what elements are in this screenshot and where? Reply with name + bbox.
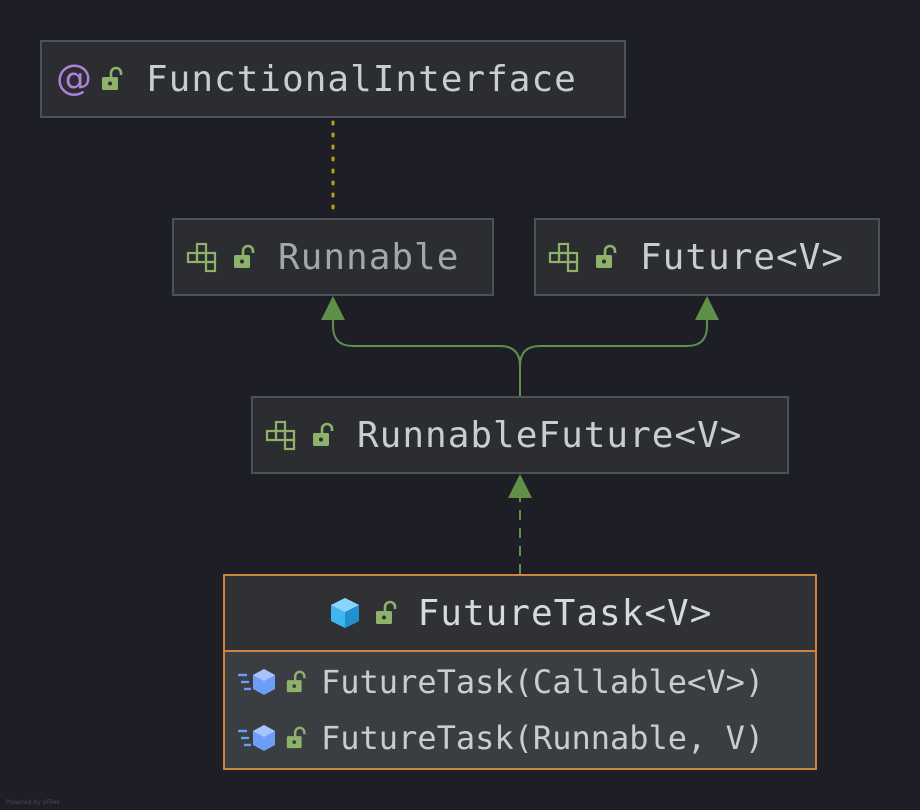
arrowhead-future (695, 296, 719, 320)
class-header: FutureTask<V> (225, 576, 815, 652)
member-row[interactable]: FutureTask(Callable<V>) (225, 654, 815, 710)
class-icon (330, 598, 359, 628)
constructor-icon (238, 725, 275, 751)
annotation-icon: @ (56, 61, 92, 97)
node-future[interactable]: Future<V> (534, 218, 880, 296)
edge-runnablefuture-future (519, 318, 708, 396)
node-label: RunnableFuture<V> (357, 414, 743, 456)
public-lock-icon (286, 670, 306, 693)
public-lock-icon (375, 600, 396, 624)
public-lock-icon (596, 244, 617, 268)
member-label: FutureTask(Runnable, V) (321, 719, 765, 757)
member-label: FutureTask(Callable<V>) (321, 663, 765, 701)
edge-runnablefuture-runnable (332, 318, 521, 396)
interface-icon (186, 242, 217, 273)
node-label: Runnable (278, 236, 460, 278)
public-lock-icon (313, 422, 334, 446)
node-runnable-future[interactable]: RunnableFuture<V> (251, 396, 789, 474)
node-label: Future<V> (640, 236, 845, 278)
interface-icon (548, 242, 579, 273)
node-label: FunctionalInterface (146, 58, 577, 100)
svg-text:@: @ (56, 61, 92, 97)
node-future-task[interactable]: FutureTask<V> FutureTask(Callable<V>) Fu… (223, 574, 817, 770)
arrowhead-runnable (321, 296, 345, 320)
member-row[interactable]: FutureTask(Runnable, V) (225, 710, 815, 766)
node-runnable[interactable]: Runnable (172, 218, 494, 296)
public-lock-icon (102, 66, 123, 90)
constructor-icon (238, 669, 275, 695)
node-functional-interface[interactable]: @ FunctionalInterface (40, 40, 626, 118)
public-lock-icon (234, 244, 255, 268)
node-label: FutureTask<V> (417, 592, 713, 634)
interface-icon (265, 420, 296, 451)
arrowhead-runnablefuture (508, 474, 532, 498)
public-lock-icon (286, 726, 306, 749)
credit-text: Powered by yFiles (6, 799, 60, 806)
